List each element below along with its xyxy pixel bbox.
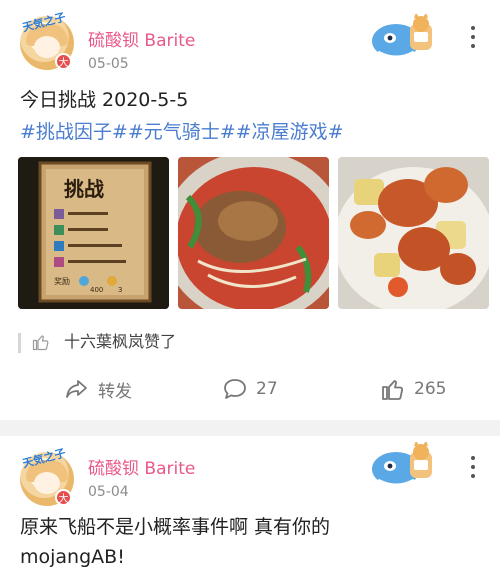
reward-count-b: 3 [118,286,122,294]
comment-icon [224,379,246,399]
like-icon [382,380,404,400]
post-actions: 转发 27 265 [0,372,500,406]
avatar-face [34,36,60,58]
comment-button[interactable]: 27 [222,372,278,406]
post-text-line-1: 原来飞船不是小概率事件啊 真有你的 [20,516,331,538]
challenge-title: 挑战 [64,177,104,201]
vip-badge: 大 [55,53,72,70]
post-card: 天気之子 大 硫酸钡 Barite 05-04 原来飞船不是小概率事件啊 真有你… [0,436,500,579]
post-image-noodles[interactable] [178,157,329,309]
liked-by-text: 十六葉枫岚赞了 [64,332,177,351]
post-card: 天気之子 大 硫酸钡 Barite 05-05 今日挑战 2020-5-5 #挑… [0,0,500,420]
post-text: 今日挑战 2020-5-5 [20,89,189,111]
post-date: 05-04 [88,484,129,500]
username[interactable]: 硫酸钡 Barite [88,454,195,479]
sticker-image [372,14,432,59]
more-vert-icon [471,26,475,30]
post-text-line-2: mojangAB! [20,546,125,568]
rice-photo [338,157,489,309]
reward-count-a: 400 [90,286,103,294]
avatar[interactable]: 天気之子 大 [20,11,74,70]
avatar-face [34,472,60,494]
repost-icon [66,380,87,398]
like-count: 265 [414,379,447,399]
username[interactable]: 硫酸钡 Barite [88,26,195,51]
challenge-card-graphic: 挑战 奖励 400 3 [18,157,169,309]
repost-label: 转发 [98,381,132,402]
thumb-up-icon [32,335,49,351]
avatar[interactable]: 天気之子 大 [20,447,74,506]
liked-by-divider [18,333,21,353]
post-date: 05-05 [88,56,129,72]
reward-label: 奖励 [54,276,70,286]
liked-by-row[interactable]: 十六葉枫岚赞了 [18,331,482,355]
post-tags[interactable]: #挑战因子##元气骑士##凉屋游戏# [20,117,482,144]
sticker-image [372,442,432,487]
post-image-rice[interactable] [338,157,489,309]
more-options-button[interactable] [468,26,478,48]
image-grid: 挑战 奖励 400 3 [18,157,490,309]
post-text: 原来飞船不是小概率事件啊 真有你的 mojangAB! [20,512,482,572]
post-image-challenge[interactable]: 挑战 奖励 400 3 [18,157,169,309]
more-options-button[interactable] [468,456,478,478]
repost-button[interactable]: 转发 [64,372,132,406]
vip-badge: 大 [55,489,72,506]
like-button[interactable]: 265 [380,372,446,406]
noodles-photo [178,157,329,309]
more-vert-icon [471,456,475,460]
comment-count: 27 [256,379,278,399]
